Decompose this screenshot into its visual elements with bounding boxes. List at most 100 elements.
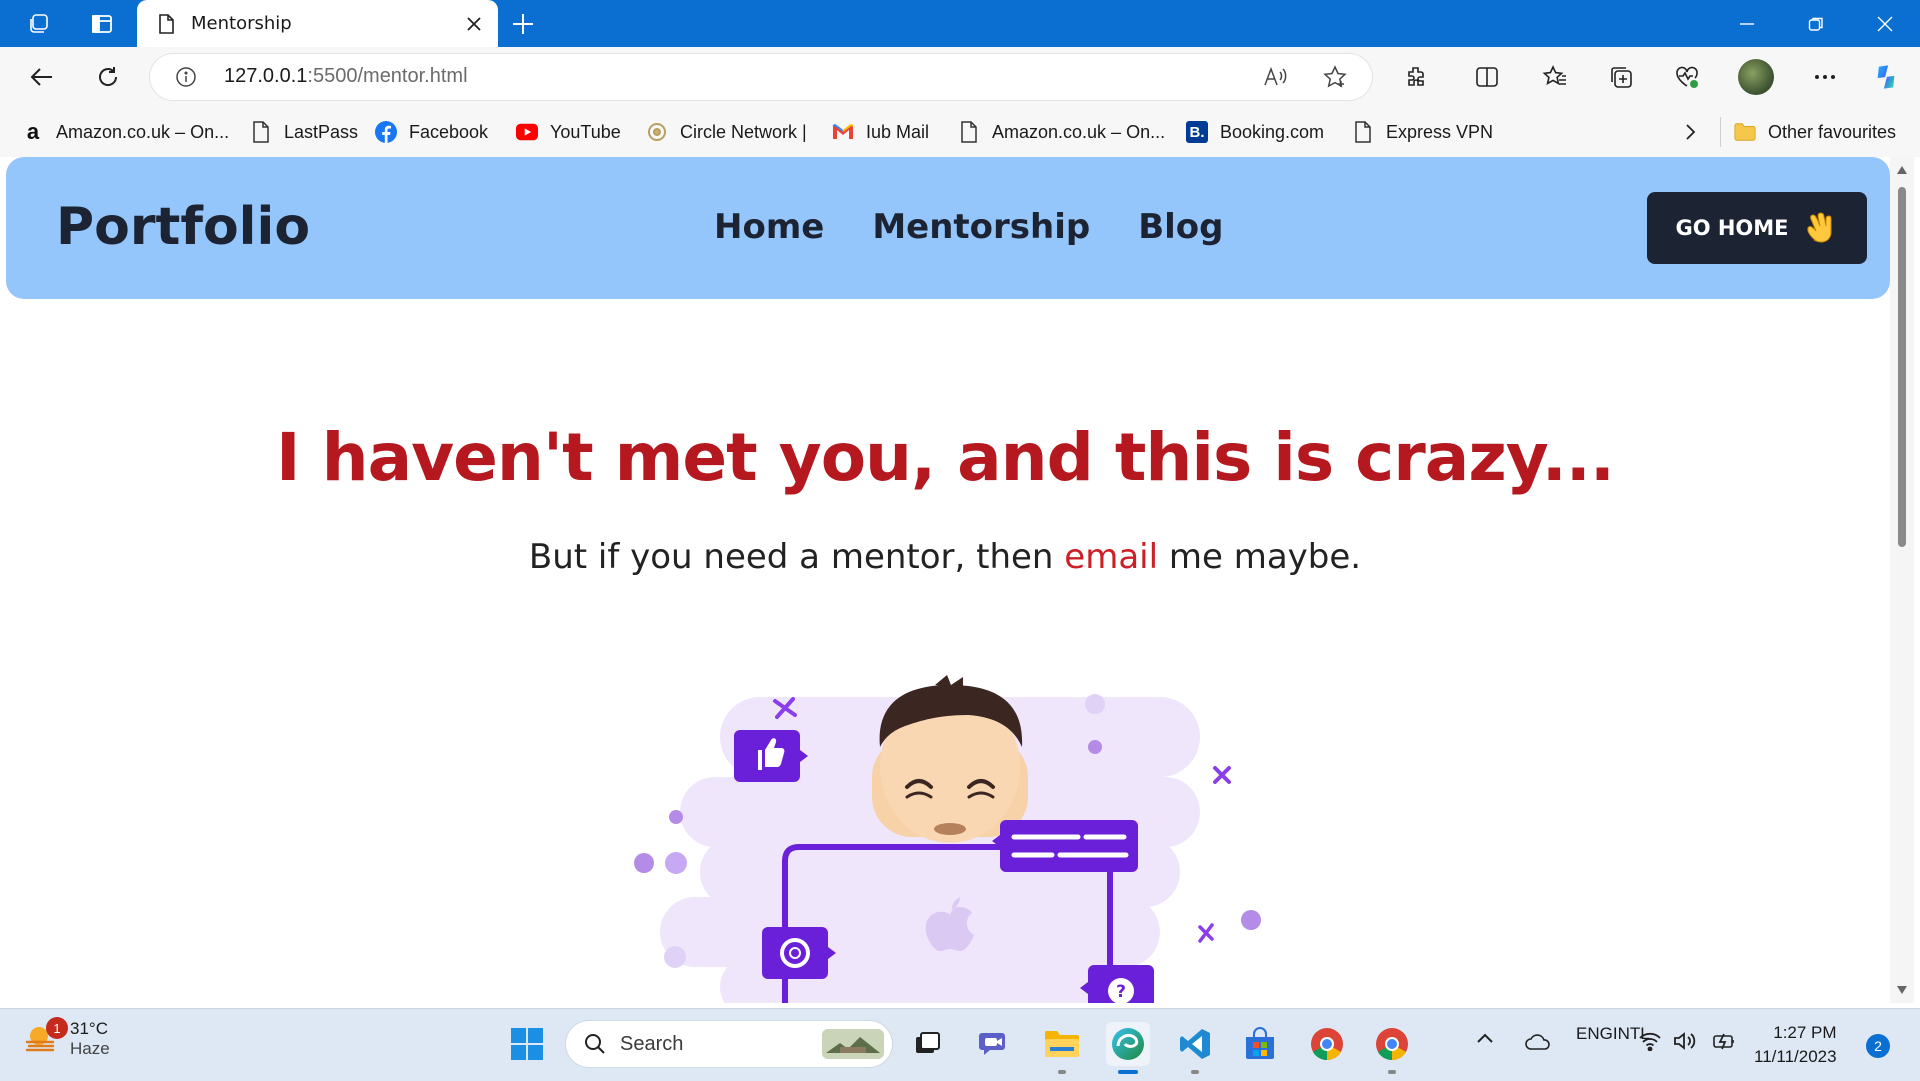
windows-taskbar: 31°C Haze 1 Search ENG INTL 1:27 PM 11/1… xyxy=(0,1008,1920,1081)
battery-icon[interactable] xyxy=(1712,1031,1738,1051)
show-hidden-icons[interactable] xyxy=(1476,1031,1494,1045)
chrome-profile-icon[interactable] xyxy=(1370,1022,1414,1074)
chrome-icon[interactable] xyxy=(1305,1022,1349,1066)
running-indicator xyxy=(1191,1070,1199,1074)
minimize-icon[interactable] xyxy=(1716,0,1778,47)
active-indicator xyxy=(1118,1070,1138,1074)
fav-circle-network[interactable]: Circle Network | xyxy=(646,107,807,157)
system-clock[interactable]: 1:27 PM 11/11/2023 xyxy=(1754,1021,1837,1069)
scroll-thumb[interactable] xyxy=(1898,187,1906,547)
address-bar[interactable]: 127.0.0.1:5500/mentor.html xyxy=(150,54,1372,100)
search-placeholder: Search xyxy=(620,1033,684,1055)
fav-label: Facebook xyxy=(409,121,489,142)
decor-dots xyxy=(665,852,687,874)
fav-express-vpn[interactable]: Express VPN xyxy=(1352,107,1493,157)
windows-start-icon[interactable] xyxy=(505,1022,549,1066)
email-link[interactable]: email xyxy=(1064,537,1158,577)
lifebuoy-bubble xyxy=(762,927,836,979)
teams-chat-icon[interactable] xyxy=(974,1022,1018,1066)
site-logo[interactable]: Portfolio xyxy=(56,197,310,257)
microsoft-store-icon[interactable] xyxy=(1238,1022,1282,1066)
tab-actions-icon[interactable] xyxy=(87,9,117,39)
more-options-icon[interactable] xyxy=(1810,62,1840,92)
notification-badge[interactable]: 2 xyxy=(1866,1034,1890,1058)
tab-title: Mentorship xyxy=(191,13,292,34)
weather-temp: 31°C xyxy=(70,1019,108,1038)
running-indicator xyxy=(1058,1070,1066,1074)
tab-mentorship[interactable]: Mentorship xyxy=(137,0,498,47)
volume-icon[interactable] xyxy=(1673,1031,1699,1051)
page-icon xyxy=(250,121,272,143)
workspaces-icon[interactable] xyxy=(24,9,54,39)
search-highlight-image xyxy=(822,1029,884,1059)
waving-hand-icon xyxy=(1806,212,1832,243)
weather-condition: Haze xyxy=(70,1039,110,1058)
split-screen-icon[interactable] xyxy=(1472,62,1502,92)
taskbar-search[interactable]: Search xyxy=(566,1021,892,1067)
extensions-icon[interactable] xyxy=(1401,62,1431,92)
browser-essentials-icon[interactable] xyxy=(1672,62,1702,92)
fav-amazon-1[interactable]: a Amazon.co.uk – On... xyxy=(22,107,229,157)
thumbs-up-bubble xyxy=(734,730,808,782)
url-text[interactable]: 127.0.0.1:5500/mentor.html xyxy=(224,65,468,88)
task-view-icon[interactable] xyxy=(905,1022,949,1066)
fav-lastpass[interactable]: LastPass xyxy=(250,107,358,157)
nav-blog[interactable]: Blog xyxy=(1138,207,1223,247)
page-icon xyxy=(1352,121,1374,143)
fav-facebook[interactable]: Facebook xyxy=(375,107,488,157)
fav-amazon-2[interactable]: Amazon.co.uk – On... xyxy=(958,107,1165,157)
site-nav: Home Mentorship Blog xyxy=(714,207,1224,247)
copilot-icon[interactable] xyxy=(1871,62,1901,92)
page-icon xyxy=(159,13,174,34)
restore-icon[interactable] xyxy=(1785,0,1847,47)
favourites-bar: a Amazon.co.uk – On... LastPass Facebook… xyxy=(0,107,1920,157)
circle-network-icon xyxy=(646,121,668,143)
read-aloud-icon[interactable] xyxy=(1262,64,1288,90)
favourites-overflow-icon[interactable] xyxy=(1682,107,1698,157)
question-bubble: ? xyxy=(1080,965,1154,1003)
go-home-button[interactable]: GO HOME xyxy=(1647,192,1867,264)
favourite-star-icon[interactable] xyxy=(1322,64,1348,90)
close-tab-icon[interactable] xyxy=(456,6,492,42)
new-tab-icon[interactable] xyxy=(508,9,538,39)
fav-other-favourites[interactable]: Other favourites xyxy=(1734,107,1896,157)
vscode-icon[interactable] xyxy=(1173,1022,1217,1074)
fav-label: Iub Mail xyxy=(866,121,930,142)
site-header: Portfolio Home Mentorship Blog GO HOME xyxy=(6,157,1890,299)
gmail-icon xyxy=(832,121,854,143)
collections-icon[interactable] xyxy=(1606,62,1636,92)
amazon-icon: a xyxy=(26,119,40,144)
svg-text:?: ? xyxy=(1116,982,1126,1002)
nav-mentorship[interactable]: Mentorship xyxy=(872,207,1090,247)
wifi-icon[interactable] xyxy=(1638,1031,1662,1051)
hero-subline: But if you need a mentor, then email me … xyxy=(0,537,1890,577)
running-indicator xyxy=(1388,1070,1396,1074)
profile-avatar[interactable] xyxy=(1738,59,1774,95)
site-info-icon[interactable] xyxy=(175,66,197,88)
fav-label: Booking.com xyxy=(1220,121,1325,142)
page-scrollbar[interactable] xyxy=(1890,157,1914,1003)
edge-browser-icon[interactable] xyxy=(1106,1022,1150,1074)
url-host: 127.0.0.1 xyxy=(224,65,308,87)
fav-label: Circle Network | xyxy=(680,121,807,142)
scroll-up-icon[interactable] xyxy=(1896,165,1908,175)
fav-iub-mail[interactable]: Iub Mail xyxy=(832,107,929,157)
clock-date: 11/11/2023 xyxy=(1754,1047,1837,1066)
fav-label: LastPass xyxy=(284,121,359,142)
file-explorer-icon[interactable] xyxy=(1040,1022,1084,1074)
fav-label: Express VPN xyxy=(1386,121,1494,142)
fav-label: Amazon.co.uk – On... xyxy=(992,121,1166,142)
favourites-icon[interactable] xyxy=(1540,62,1570,92)
folder-icon xyxy=(1734,121,1756,143)
nav-home[interactable]: Home xyxy=(714,207,824,247)
scroll-down-icon[interactable] xyxy=(1896,985,1908,995)
weather-badge: 1 xyxy=(46,1017,68,1039)
clock-time: 1:27 PM xyxy=(1773,1023,1837,1042)
refresh-icon[interactable] xyxy=(90,59,126,95)
youtube-icon xyxy=(516,121,538,143)
fav-booking[interactable]: B. Booking.com xyxy=(1186,107,1324,157)
fav-youtube[interactable]: YouTube xyxy=(516,107,621,157)
back-icon[interactable] xyxy=(24,59,60,95)
close-window-icon[interactable] xyxy=(1854,0,1916,47)
onedrive-icon[interactable] xyxy=(1524,1031,1552,1051)
